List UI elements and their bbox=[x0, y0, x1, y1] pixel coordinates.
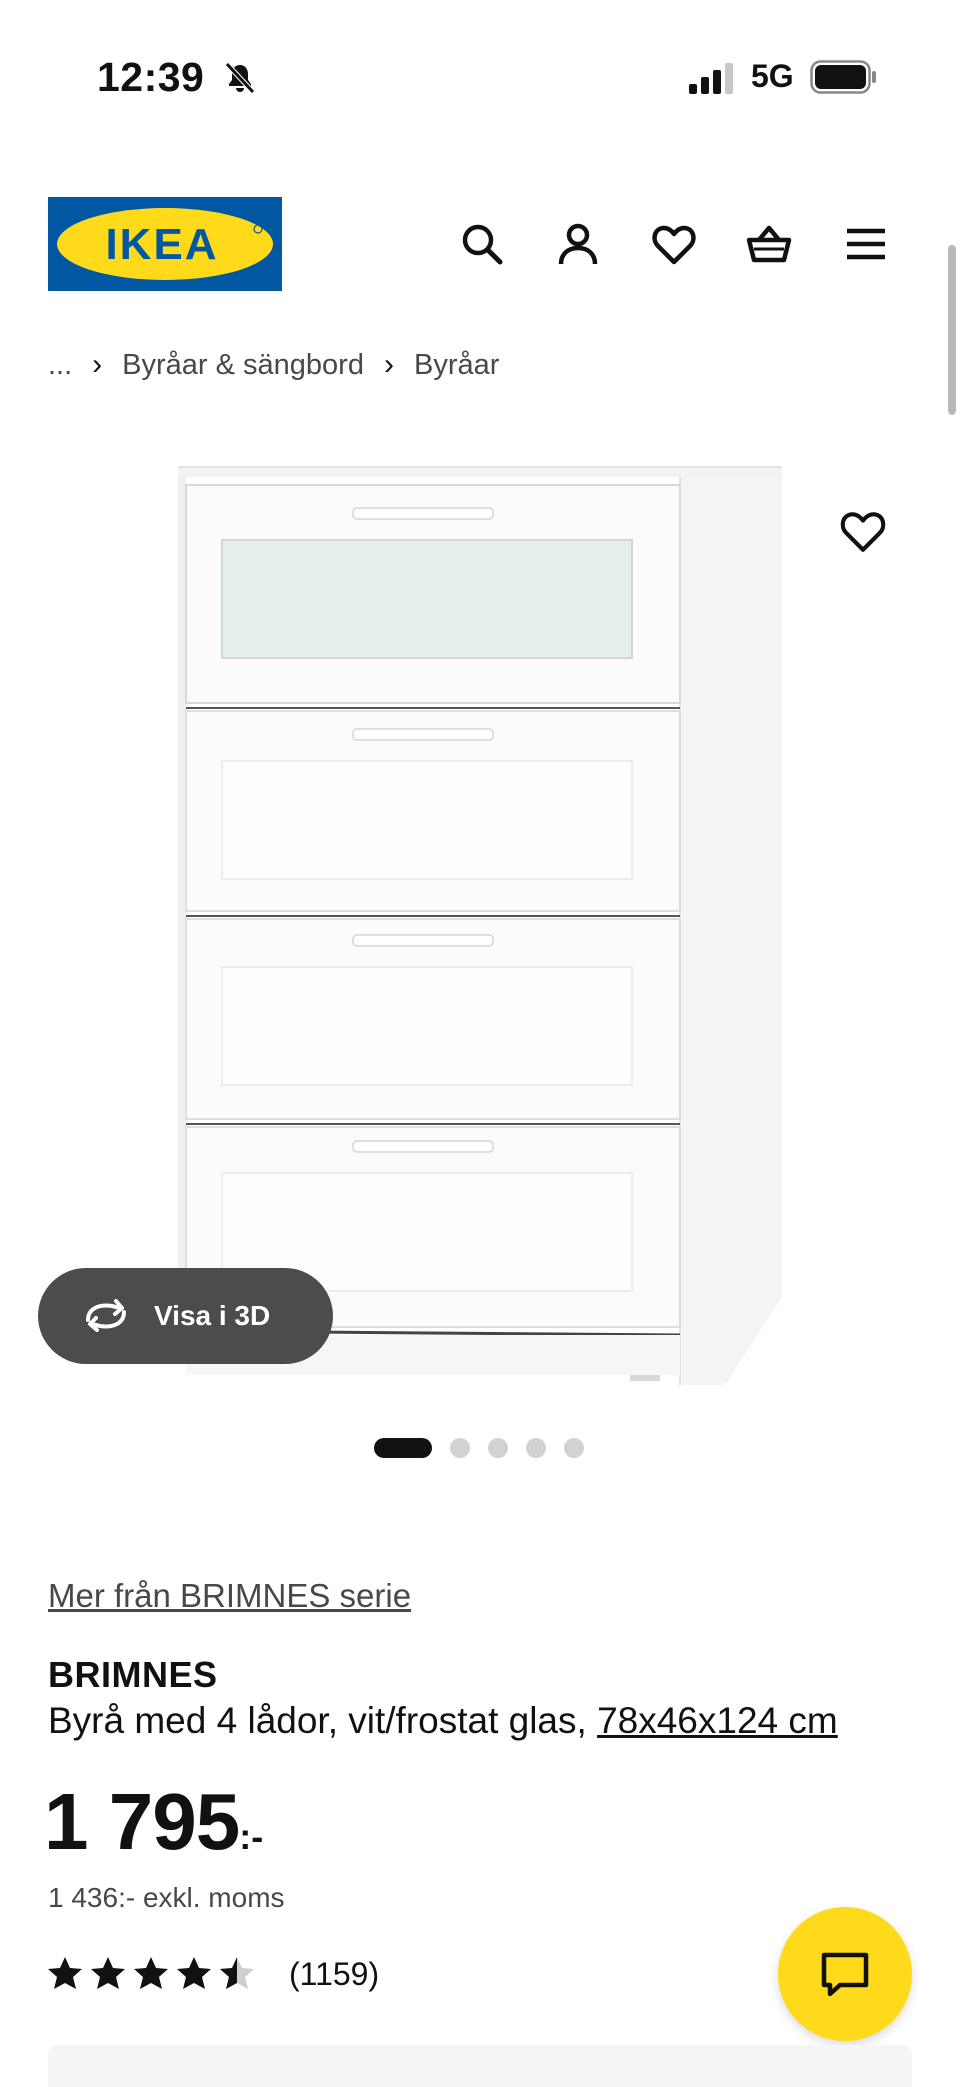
user-icon[interactable] bbox=[554, 220, 602, 268]
status-bar: 12:39 5G bbox=[0, 0, 960, 150]
gallery-pagination bbox=[374, 1438, 584, 1458]
drawer-3 bbox=[185, 918, 681, 1120]
bell-slash-icon bbox=[225, 62, 255, 94]
logo-text: IKEA bbox=[105, 220, 218, 269]
star-icon bbox=[91, 1957, 125, 1989]
chat-button[interactable] bbox=[778, 1907, 912, 2041]
product-name: BRIMNES bbox=[48, 1654, 218, 1695]
menu-icon[interactable] bbox=[842, 220, 890, 268]
drawer-2 bbox=[185, 710, 681, 912]
half-star-icon bbox=[220, 1957, 254, 1989]
series-link[interactable]: Mer från BRIMNES serie bbox=[48, 1577, 411, 1615]
battery-icon bbox=[810, 60, 876, 94]
signal-icon bbox=[689, 63, 733, 94]
product-description-text: Byrå med 4 lådor, vit/frostat glas, bbox=[48, 1700, 598, 1741]
star-icon bbox=[48, 1957, 82, 1989]
view-in-3d-label: Visa i 3D bbox=[154, 1300, 271, 1331]
heart-icon[interactable] bbox=[650, 220, 698, 268]
product-image[interactable] bbox=[150, 445, 810, 1405]
gallery-dot-2[interactable] bbox=[450, 1438, 470, 1458]
network-label: 5G bbox=[751, 58, 794, 94]
gallery-dot-1[interactable] bbox=[374, 1438, 432, 1458]
basket-icon[interactable] bbox=[745, 220, 793, 268]
breadcrumb-separator: › bbox=[383, 348, 394, 381]
breadcrumb-ellipsis[interactable]: ... bbox=[48, 349, 72, 382]
breadcrumb-separator: › bbox=[92, 348, 103, 381]
product-description: Byrå med 4 lådor, vit/frostat glas, 78x4… bbox=[48, 1700, 838, 1742]
product-rating[interactable]: (1159) bbox=[46, 1955, 379, 1993]
rotate-3d-icon bbox=[86, 1299, 126, 1332]
status-time: 12:39 bbox=[97, 54, 205, 100]
chat-icon bbox=[821, 1952, 869, 1997]
star-icon bbox=[134, 1957, 168, 1989]
breadcrumb-item-dressers[interactable]: Byråar bbox=[414, 349, 499, 382]
search-icon[interactable] bbox=[458, 220, 506, 268]
breadcrumb: ... › Byråar & sängbord › Byråar bbox=[48, 345, 499, 385]
price-value: 1 795 bbox=[44, 1777, 240, 1866]
info-card bbox=[48, 2045, 912, 2087]
view-in-3d-button[interactable]: Visa i 3D bbox=[38, 1268, 333, 1364]
page-scrollbar[interactable] bbox=[948, 245, 956, 415]
price-suffix: :- bbox=[239, 1816, 264, 1857]
product-price: 1 795:- bbox=[44, 1782, 263, 1862]
product-dimensions-link[interactable]: 78x46x124 cm bbox=[597, 1700, 838, 1741]
star-icon bbox=[177, 1957, 211, 1989]
ikea-logo[interactable]: IKEA bbox=[48, 197, 282, 291]
price-excl-vat: 1 436:- exkl. moms bbox=[48, 1882, 285, 1913]
gallery-dot-4[interactable] bbox=[526, 1438, 546, 1458]
breadcrumb-item-dressers-nightstands[interactable]: Byråar & sängbord bbox=[122, 349, 364, 382]
gallery-dot-5[interactable] bbox=[564, 1438, 584, 1458]
rating-count: (1159) bbox=[289, 1955, 380, 1992]
add-to-favourites-heart-icon[interactable] bbox=[838, 506, 888, 556]
drawer-1 bbox=[185, 484, 681, 704]
gallery-dot-3[interactable] bbox=[488, 1438, 508, 1458]
